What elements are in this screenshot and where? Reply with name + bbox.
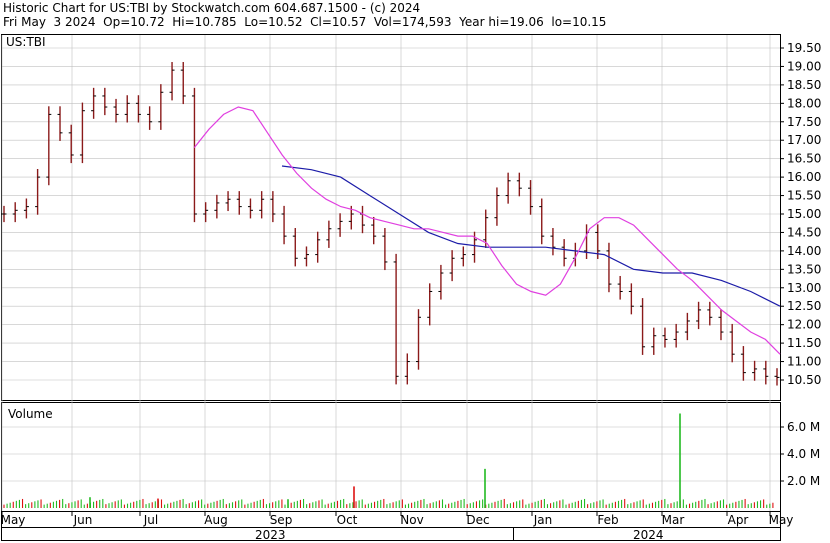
month-label: Apr xyxy=(728,513,749,527)
month-label: May xyxy=(1,513,26,527)
symbol-label: US:TBI xyxy=(6,35,46,49)
volume-tick-label: 6.0 M xyxy=(787,420,820,434)
month-label: Mar xyxy=(662,513,685,527)
price-tick-label: 11.50 xyxy=(787,336,821,350)
price-tick-label: 19.00 xyxy=(787,59,821,73)
price-tick-label: 15.50 xyxy=(787,189,821,203)
price-tick-label: 17.50 xyxy=(787,115,821,129)
price-tick-label: 14.00 xyxy=(787,244,821,258)
volume-label: Volume xyxy=(8,407,53,421)
volume-tick-label: 2.0 M xyxy=(787,474,820,488)
price-tick-label: 15.00 xyxy=(787,207,821,221)
price-tick-label: 12.50 xyxy=(787,299,821,313)
volume-tick-label: 4.0 M xyxy=(787,447,820,461)
volume-panel-frame xyxy=(1,402,781,512)
month-label: Jan xyxy=(533,513,553,527)
month-label: Sep xyxy=(270,513,293,527)
price-tick-label: 18.50 xyxy=(787,78,821,92)
month-label: Oct xyxy=(337,513,358,527)
month-label: May xyxy=(769,513,794,527)
price-tick-label: 11.00 xyxy=(787,355,821,369)
price-tick-label: 16.00 xyxy=(787,170,821,184)
year-label-2023: 2023 xyxy=(255,528,286,542)
price-tick-label: 13.50 xyxy=(787,262,821,276)
price-tick-label: 18.00 xyxy=(787,96,821,110)
month-label: Feb xyxy=(597,513,618,527)
year-label-2024: 2024 xyxy=(633,528,664,542)
price-tick-label: 19.50 xyxy=(787,41,821,55)
price-panel-frame xyxy=(1,34,781,401)
price-tick-label: 12.00 xyxy=(787,318,821,332)
stock-chart: 10.50 11.00 11.50 12.00 12.50 13.00 13.50 14.00… xyxy=(1,34,821,542)
price-tick-label: 17.00 xyxy=(787,133,821,147)
month-label: Jun xyxy=(73,513,93,527)
month-label: Aug xyxy=(204,513,227,527)
month-label: Nov xyxy=(400,513,423,527)
price-tick-label: 16.50 xyxy=(787,152,821,166)
price-tick-label: 14.50 xyxy=(787,225,821,239)
price-tick-label: 13.00 xyxy=(787,281,821,295)
month-label: Dec xyxy=(466,513,489,527)
price-tick-label: 10.50 xyxy=(787,373,821,387)
month-label: Jul xyxy=(143,513,158,527)
